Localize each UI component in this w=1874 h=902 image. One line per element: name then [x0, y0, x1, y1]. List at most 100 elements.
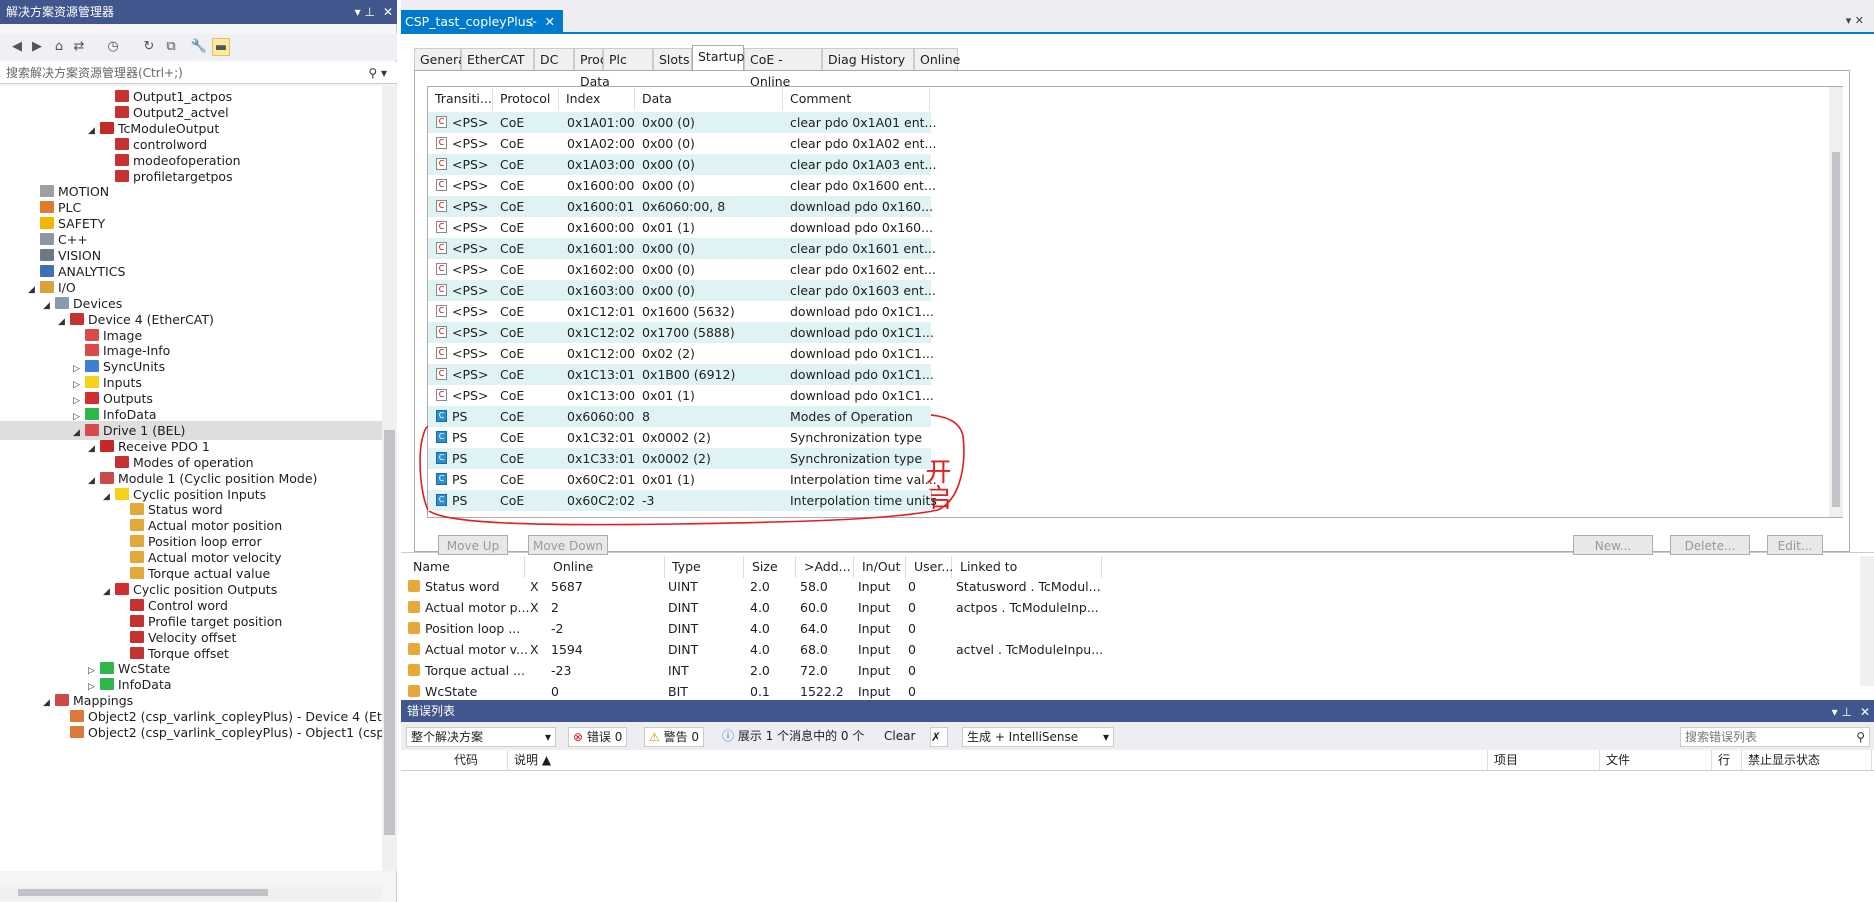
- tab-dc[interactable]: DC: [534, 48, 574, 70]
- tree-item-label: Devices: [73, 295, 123, 311]
- close-icon[interactable]: ✕: [1860, 705, 1870, 719]
- error-column-header[interactable]: 禁止显示状态: [1742, 750, 1872, 770]
- document-window-buttons[interactable]: ▾ ✕: [1846, 14, 1864, 27]
- tab-general[interactable]: General: [414, 48, 469, 70]
- solution-search-input[interactable]: 搜索解决方案资源管理器(Ctrl+;) ⚲ ▾: [0, 62, 397, 84]
- error-search-input[interactable]: 搜索错误列表 ⚲: [1680, 727, 1870, 747]
- panel-window-buttons[interactable]: ▾ ⊥ ✕: [347, 0, 393, 24]
- variables-column-header[interactable]: Linked to: [952, 556, 1102, 578]
- startup-row[interactable]: C <PS> CoE 0x1600:00 0x00 (0) clear pdo 0x160…: [428, 175, 936, 196]
- variable-row[interactable]: WcState 0 BIT 0.1 1522.2 Input 0: [405, 681, 1865, 702]
- tab-online[interactable]: Online: [914, 48, 960, 70]
- clear-button[interactable]: Clear: [880, 727, 919, 747]
- startup-column-header[interactable]: Transiti...: [428, 88, 493, 110]
- tree-horizontal-scroll-thumb[interactable]: [18, 889, 268, 896]
- startup-row[interactable]: C PS CoE 0x6060:00 8 Modes of Operation: [428, 406, 931, 427]
- build-dropdown[interactable]: 生成 + IntelliSense ▾: [962, 727, 1114, 747]
- pin-icon[interactable]: ▾ ⊥: [355, 5, 375, 19]
- errors-filter-button[interactable]: ⊗ 错误 0: [568, 727, 628, 747]
- variables-column-header[interactable]: Online: [545, 556, 665, 578]
- filter-icon[interactable]: ✗: [930, 727, 948, 747]
- edit-button[interactable]: Edit...: [1767, 535, 1823, 555]
- variables-column-header[interactable]: User...: [906, 556, 953, 578]
- home-icon[interactable]: ⌂: [50, 38, 68, 56]
- error-column-header[interactable]: 行: [1712, 750, 1742, 770]
- variables-column-header[interactable]: Type: [664, 556, 744, 578]
- tab-startup[interactable]: Startup: [692, 45, 744, 70]
- startup-row[interactable]: C <PS> CoE 0x1600:00 0x01 (1) download pdo 0x…: [428, 217, 933, 238]
- variables-column-header[interactable]: In/Out: [854, 556, 906, 578]
- startup-row[interactable]: C <PS> CoE 0x1600:01 0x6060:00, 8 download pd…: [428, 196, 933, 217]
- sync-icon[interactable]: ⇄: [70, 38, 88, 56]
- startup-row[interactable]: C <PS> CoE 0x1C12:01 0x1600 (5632) download p…: [428, 301, 934, 322]
- new-button[interactable]: New...: [1573, 535, 1653, 555]
- tab-ethercat[interactable]: EtherCAT: [461, 48, 534, 70]
- document-tab-csp[interactable]: CSP_tast_copleyPlus ⊹ ✕: [401, 10, 563, 34]
- move-down-button[interactable]: Move Down: [528, 535, 608, 555]
- delete-button[interactable]: Delete...: [1670, 535, 1750, 555]
- tab-coe-online[interactable]: CoE - Online: [744, 48, 822, 89]
- refresh-icon[interactable]: ↻: [140, 38, 158, 56]
- startup-command-icon: C: [436, 158, 447, 170]
- tab-slots[interactable]: Slots: [653, 48, 692, 70]
- startup-column-header[interactable]: Index: [559, 88, 635, 110]
- startup-cell-comment: Synchronization type: [790, 451, 923, 466]
- tab-diag-history[interactable]: Diag History: [822, 48, 914, 70]
- startup-row[interactable]: C <PS> CoE 0x1601:00 0x00 (0) clear pdo 0x160…: [428, 238, 936, 259]
- tree-vertical-scroll-thumb[interactable]: [384, 430, 395, 835]
- error-column-header[interactable]: 项目: [1488, 750, 1600, 770]
- variable-row[interactable]: Torque actual ... -23 INT 2.0 72.0 Input 0: [405, 660, 1865, 681]
- history-icon[interactable]: ◷: [104, 38, 122, 56]
- scope-dropdown[interactable]: 整个解决方案 ▾: [406, 727, 556, 747]
- startup-row[interactable]: C PS CoE 0x1C32:01 0x0002 (2) Synchronization…: [428, 427, 931, 448]
- close-tab-icon[interactable]: ✕: [545, 10, 555, 34]
- startup-row[interactable]: C PS CoE 0x1C33:01 0x0002 (2) Synchronization…: [428, 448, 931, 469]
- messages-filter-button[interactable]: ⓘ 展示 1 个消息中的 0 个: [718, 727, 868, 747]
- startup-row[interactable]: C <PS> CoE 0x1603:00 0x00 (0) clear pdo 0x160…: [428, 280, 936, 301]
- warnings-filter-button[interactable]: ⚠ 警告 0: [644, 727, 705, 747]
- collapse-all-icon[interactable]: ⧉: [162, 38, 180, 56]
- startup-column-header[interactable]: Protocol: [493, 88, 559, 110]
- variable-row[interactable]: Position loop ... -2 DINT 4.0 64.0 Input 0: [405, 618, 1865, 639]
- motion-icon: [40, 185, 54, 198]
- startup-row[interactable]: C <PS> CoE 0x1C12:02 0x1700 (5888) download p…: [428, 322, 934, 343]
- variable-row[interactable]: Actual motor v... X 1594 DINT 4.0 68.0 Input 0 a…: [405, 639, 1865, 660]
- startup-row[interactable]: C <PS> CoE 0x1A02:00 0x00 (0) clear pdo 0x1A0…: [428, 133, 936, 154]
- startup-row[interactable]: C <PS> CoE 0x1602:00 0x00 (0) clear pdo 0x160…: [428, 259, 936, 280]
- error-list-window-buttons[interactable]: ▾ ⊥ ✕: [1824, 700, 1870, 724]
- preview-icon[interactable]: ▬: [212, 38, 230, 56]
- forward-icon[interactable]: ▶: [28, 38, 46, 56]
- close-icon[interactable]: ✕: [383, 5, 393, 19]
- pin-tab-icon[interactable]: ⊹: [527, 10, 537, 34]
- variable-cell-addr: 60.0: [800, 600, 828, 615]
- error-column-header[interactable]: 代码: [448, 750, 508, 770]
- startup-column-header[interactable]: Comment: [783, 88, 930, 110]
- startup-row[interactable]: C PS CoE 0x60C2:02 -3 Interpolation time unit…: [428, 490, 937, 511]
- startup-row[interactable]: C PS CoE 0x60C2:01 0x01 (1) Interpolation tim…: [428, 469, 937, 490]
- error-column-header[interactable]: 说明 ▲: [508, 750, 1488, 770]
- move-up-button[interactable]: Move Up: [438, 535, 508, 555]
- variables-column-header[interactable]: Size: [744, 556, 796, 578]
- search-icon[interactable]: ⚲ ▾: [368, 62, 387, 84]
- variable-row[interactable]: Status word X 5687 UINT 2.0 58.0 Input 0 Statusw…: [405, 576, 1865, 597]
- pin-icon[interactable]: ▾ ⊥: [1832, 705, 1852, 719]
- variable-row[interactable]: Actual motor p... X 2 DINT 4.0 60.0 Input 0 actp…: [405, 597, 1865, 618]
- variable-icon: [408, 601, 420, 613]
- startup-row[interactable]: C <PS> CoE 0x1C13:00 0x01 (1) download pdo 0x…: [428, 385, 934, 406]
- startup-row[interactable]: C <PS> CoE 0x1A03:00 0x00 (0) clear pdo 0x1A0…: [428, 154, 936, 175]
- back-icon[interactable]: ◀: [8, 38, 26, 56]
- tab-plc[interactable]: Plc: [603, 48, 653, 70]
- variables-column-header[interactable]: Name: [405, 556, 525, 578]
- startup-column-header[interactable]: Data: [635, 88, 783, 110]
- properties-icon[interactable]: 🔧: [190, 38, 208, 56]
- tree-item-label: ANALYTICS: [58, 263, 126, 279]
- startup-cell-data: 0x01 (1): [642, 220, 695, 235]
- startup-row[interactable]: C <PS> CoE 0x1A01:00 0x00 (0) clear pdo 0x1A0…: [428, 112, 936, 133]
- tab-process-data[interactable]: Process Data: [574, 48, 627, 89]
- startup-row[interactable]: C <PS> CoE 0x1C12:00 0x02 (2) download pdo 0x…: [428, 343, 934, 364]
- startup-row[interactable]: C <PS> CoE 0x1C13:01 0x1B00 (6912) download p…: [428, 364, 934, 385]
- error-column-header[interactable]: 文件: [1600, 750, 1712, 770]
- startup-grid-scroll-thumb[interactable]: [1832, 152, 1840, 507]
- variables-column-header[interactable]: >Add...: [796, 556, 854, 578]
- tree-item[interactable]: Object2 (csp_varlink_copleyPlus) - Objec…: [0, 723, 382, 742]
